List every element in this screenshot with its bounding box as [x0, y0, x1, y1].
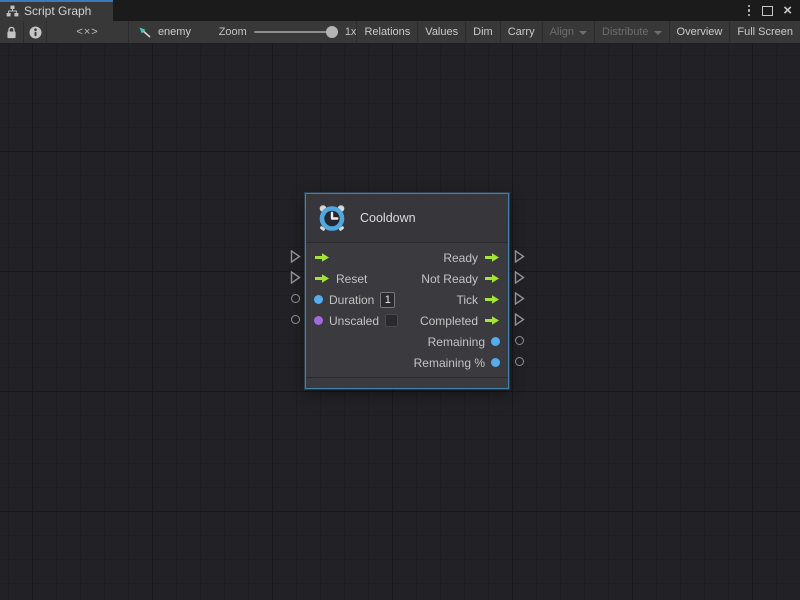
- node-header[interactable]: Cooldown: [306, 194, 508, 243]
- ext-reset-flow-marker[interactable]: [290, 271, 301, 284]
- ext-unscaled-value-marker[interactable]: [291, 315, 300, 324]
- duration-value-port[interactable]: [314, 295, 323, 304]
- tab-bar: Script Graph ×: [0, 0, 800, 21]
- ext-ready-flow-marker[interactable]: [514, 250, 525, 263]
- dim-button[interactable]: Dim: [465, 21, 500, 43]
- port-row: Unscaled Completed: [306, 310, 508, 331]
- remaining-percent-value-port[interactable]: [491, 358, 500, 367]
- chevron-down-icon: [579, 31, 587, 35]
- distribute-button: Distribute: [594, 21, 668, 43]
- tab-script-graph[interactable]: Script Graph: [0, 0, 113, 21]
- flow-input-port[interactable]: [314, 252, 330, 263]
- graph-hierarchy-icon: [6, 5, 19, 17]
- info-button[interactable]: [24, 21, 47, 43]
- port-row: Duration Tick: [306, 289, 508, 310]
- tab-label: Script Graph: [24, 4, 91, 18]
- cooldown-node[interactable]: Cooldown Ready Reset: [305, 193, 509, 389]
- duration-input[interactable]: [380, 292, 395, 308]
- ready-flow-port[interactable]: [484, 252, 500, 263]
- ext-not-ready-flow-marker[interactable]: [514, 271, 525, 284]
- ext-duration-value-marker[interactable]: [291, 294, 300, 303]
- completed-flow-port[interactable]: [484, 315, 500, 326]
- window-controls: ×: [746, 0, 800, 21]
- ext-remaining-value-marker[interactable]: [515, 336, 524, 345]
- node-footer: [306, 377, 508, 388]
- reset-flow-port[interactable]: [314, 273, 330, 284]
- ext-completed-flow-marker[interactable]: [514, 313, 525, 326]
- not-ready-flow-port[interactable]: [484, 273, 500, 284]
- ext-tick-flow-marker[interactable]: [514, 292, 525, 305]
- info-icon: [29, 26, 42, 39]
- lock-button[interactable]: [0, 21, 24, 43]
- toolbar-buttons: Relations Values Dim Carry Align Distrib…: [356, 21, 800, 43]
- ext-remaining-percent-value-marker[interactable]: [515, 357, 524, 366]
- node-title: Cooldown: [360, 211, 416, 225]
- graph-name: enemy: [158, 26, 191, 38]
- lock-icon: [6, 26, 17, 39]
- script-graph-asset-icon: [138, 26, 152, 39]
- zoom-control: Zoom 1x: [219, 21, 357, 43]
- maximize-button[interactable]: [762, 6, 773, 16]
- remaining-value-port[interactable]: [491, 337, 500, 346]
- full-screen-button[interactable]: Full Screen: [729, 21, 800, 43]
- port-row: Remaining: [306, 331, 508, 352]
- ext-flow-input-marker[interactable]: [290, 250, 301, 263]
- port-row: Remaining %: [306, 352, 508, 373]
- close-button[interactable]: ×: [783, 3, 792, 18]
- script-graph-window: Script Graph × <×>: [0, 0, 800, 600]
- overview-button[interactable]: Overview: [669, 21, 730, 43]
- window-menu-button[interactable]: [746, 3, 753, 19]
- alarm-clock-icon: [316, 202, 348, 234]
- zoom-label: Zoom: [219, 26, 247, 38]
- relations-button[interactable]: Relations: [356, 21, 417, 43]
- zoom-value: 1x: [345, 26, 357, 38]
- port-row: Reset Not Ready: [306, 268, 508, 289]
- chevron-down-icon: [654, 31, 662, 35]
- port-row: Ready: [306, 247, 508, 268]
- carry-button[interactable]: Carry: [500, 21, 542, 43]
- graph-toolbar: <×> enemy Zoom 1x Relations Values Dim C…: [0, 21, 800, 44]
- unscaled-value-port[interactable]: [314, 316, 323, 325]
- tab-focus-accent: [0, 0, 113, 2]
- align-button: Align: [542, 21, 594, 43]
- zoom-slider[interactable]: [254, 25, 338, 39]
- node-body: Ready Reset Not Ready: [306, 243, 508, 377]
- unscaled-checkbox[interactable]: [385, 314, 398, 327]
- code-view-button[interactable]: <×>: [47, 21, 129, 43]
- tick-flow-port[interactable]: [484, 294, 500, 305]
- graph-canvas[interactable]: Cooldown Ready Reset: [0, 44, 800, 600]
- values-button[interactable]: Values: [417, 21, 465, 43]
- graph-breadcrumb[interactable]: enemy: [129, 21, 219, 43]
- zoom-slider-thumb[interactable]: [326, 26, 338, 38]
